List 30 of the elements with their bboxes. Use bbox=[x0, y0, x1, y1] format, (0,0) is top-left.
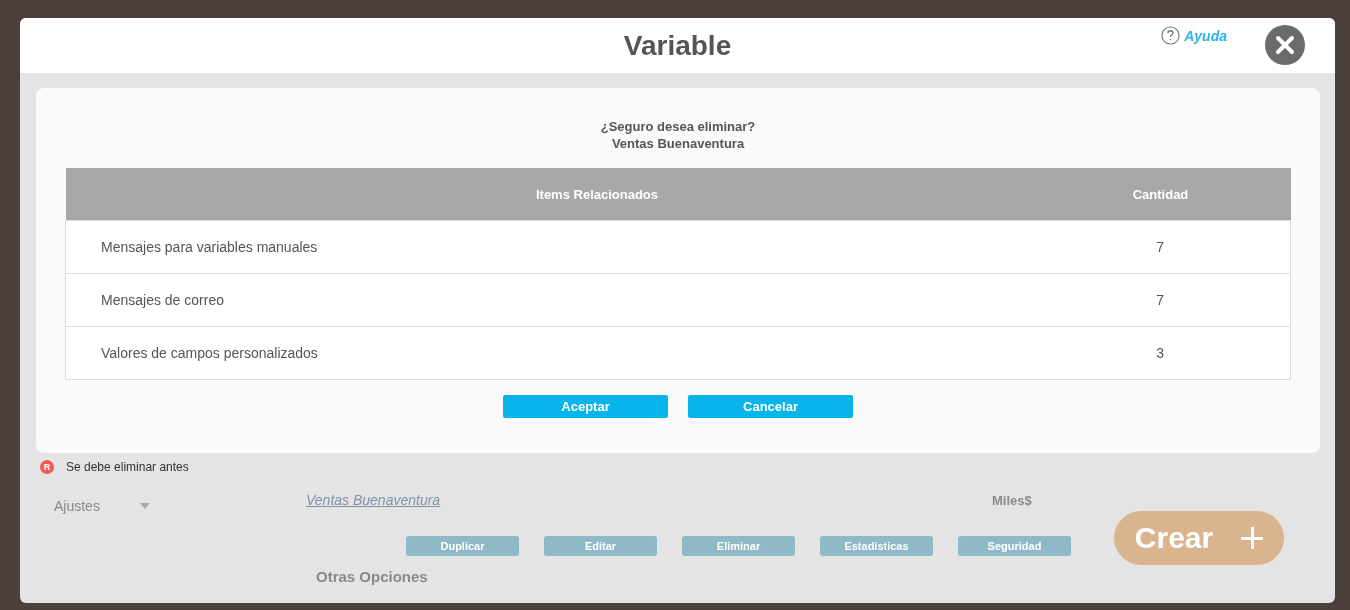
close-button[interactable] bbox=[1265, 25, 1305, 65]
legend-text: Se debe eliminar antes bbox=[66, 460, 189, 474]
caret-icon bbox=[139, 503, 150, 509]
section-title: Otras Opciones bbox=[315, 568, 429, 585]
create-button[interactable]: Crear bbox=[1114, 511, 1284, 565]
settings-dropdown[interactable]: Ajustes bbox=[54, 498, 214, 514]
column-header: Cantidad bbox=[1069, 168, 1291, 221]
variable-link[interactable]: Ventas Buenaventura bbox=[306, 492, 992, 508]
legend-badge: R bbox=[40, 460, 54, 474]
column-header: Items Relacionados bbox=[65, 168, 1070, 221]
table-cell: 3 bbox=[1069, 326, 1291, 380]
cancel-button[interactable]: Cancelar bbox=[688, 395, 853, 418]
table-cell: 7 bbox=[1069, 273, 1291, 327]
help-link[interactable]: Ayuda bbox=[1161, 26, 1227, 45]
action-button[interactable]: Editar bbox=[544, 536, 657, 556]
help-icon bbox=[1161, 26, 1181, 45]
unit-label: Miles$ bbox=[992, 492, 1032, 508]
action-button[interactable]: Estadísticas bbox=[820, 536, 933, 556]
action-button[interactable]: Seguridad bbox=[958, 536, 1071, 556]
close-icon bbox=[1265, 25, 1305, 65]
table-cell: 7 bbox=[1069, 220, 1291, 274]
window-title: Variable bbox=[623, 29, 732, 62]
table-cell: Valores de campos personalizados bbox=[65, 326, 1070, 380]
item-name: Ventas Buenaventura bbox=[611, 135, 745, 152]
table-cell: Mensajes de correo bbox=[65, 273, 1070, 327]
action-button[interactable]: Duplicar bbox=[406, 536, 519, 556]
table-cell: Mensajes para variables manuales bbox=[65, 220, 1070, 274]
confirm-question: ¿Seguro desea eliminar? bbox=[600, 118, 756, 135]
action-button[interactable]: Eliminar bbox=[682, 536, 795, 556]
accept-button[interactable]: Aceptar bbox=[503, 395, 668, 418]
